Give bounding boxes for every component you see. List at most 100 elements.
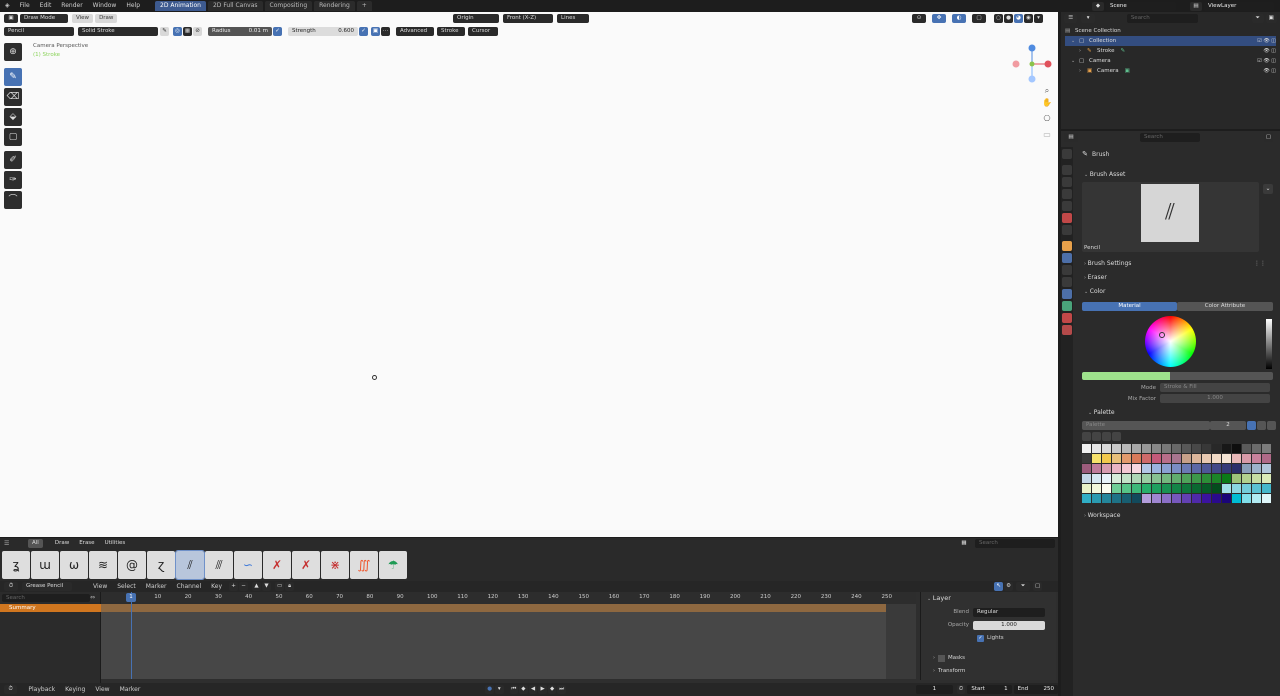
palette-swatch[interactable] [1132, 444, 1141, 453]
palette-swatch[interactable] [1182, 494, 1191, 503]
color-attribute-tab[interactable]: Color Attribute [1177, 301, 1273, 311]
timeline-editor-type-icon[interactable]: ⏱ [4, 582, 18, 591]
workspace-panel-header[interactable]: › Workspace [1078, 510, 1276, 522]
palette-swatch[interactable] [1152, 444, 1161, 453]
fill-tool-icon[interactable]: ⬙ [4, 108, 22, 126]
palette-swatch[interactable] [1262, 464, 1271, 473]
palette-swatch[interactable] [1142, 444, 1151, 453]
transform-expand-icon[interactable]: › [933, 668, 935, 674]
camera-collection-checkbox-icon[interactable]: ☑ 👁︎ ◫ [1257, 56, 1276, 66]
object-tab-icon[interactable] [1062, 241, 1072, 251]
lights-checkbox[interactable]: ✓ [977, 634, 984, 642]
pin-icon[interactable]: ✎ [160, 26, 169, 36]
palette-swatch[interactable] [1082, 474, 1091, 483]
palette-swatch[interactable] [1092, 484, 1101, 493]
palette-swatch[interactable] [1152, 454, 1161, 463]
shading-render-icon[interactable]: ◉ [1024, 13, 1033, 23]
camera-view-icon[interactable]: ⎔ [1042, 114, 1052, 130]
palette-move-icon[interactable] [1112, 432, 1121, 441]
filter-errors-icon[interactable]: ⚙ [1004, 582, 1014, 591]
palette-swatch[interactable] [1162, 474, 1171, 483]
palette-swatch[interactable] [1142, 494, 1151, 503]
palette-swatch[interactable] [1182, 484, 1191, 493]
lines-dropdown[interactable]: Lines [557, 13, 589, 23]
xray-icon[interactable]: ▢ [972, 13, 986, 23]
outliner-row-camera-collection[interactable]: ⌄ ▢ Camera ☑ 👁︎ ◫ [1065, 56, 1276, 66]
editor-type-icon[interactable]: ▣ [4, 13, 18, 23]
palette-swatch[interactable] [1142, 474, 1151, 483]
brush-ink-icon[interactable]: ʓ [2, 551, 30, 579]
shading-material-icon[interactable]: ◕ [1014, 13, 1023, 23]
palette-new-icon[interactable] [1257, 421, 1266, 430]
play-icon[interactable]: ▶ [538, 685, 547, 694]
filter-icon[interactable]: ⏷ [1016, 582, 1031, 591]
palette-swatch[interactable] [1122, 444, 1131, 453]
palette-sort-icon[interactable] [1102, 432, 1111, 441]
palette-swatch[interactable] [1172, 494, 1181, 503]
properties-editor-icon[interactable]: ▤ [1064, 132, 1078, 142]
palette-swatch[interactable] [1232, 444, 1241, 453]
mode-dropdown[interactable]: Stroke & Fill [1160, 383, 1270, 392]
scene-field[interactable]: Scene [1106, 1, 1176, 11]
playback-editor-icon[interactable]: ⏱ [4, 685, 18, 694]
palette-swatch[interactable] [1202, 464, 1211, 473]
palette-swatch[interactable] [1222, 444, 1231, 453]
status-marker-menu[interactable]: Marker [115, 684, 146, 696]
layer-lock-icon[interactable]: 🔒︎ [285, 582, 295, 591]
palette-swatch[interactable] [1192, 474, 1201, 483]
next-key-icon[interactable]: ◆ [547, 685, 557, 694]
palette-swatch[interactable] [1092, 454, 1101, 463]
draw-tool-icon[interactable]: ✎ [4, 68, 22, 86]
draw-mode-icon[interactable]: ◎ [173, 26, 182, 36]
palette-swatch[interactable] [1122, 494, 1131, 503]
constraints-tab-icon[interactable] [1062, 289, 1072, 299]
status-view-menu[interactable]: View [90, 684, 114, 696]
material-tab[interactable]: Material [1082, 301, 1177, 311]
brush-smooth-icon[interactable]: ∽ [234, 551, 262, 579]
palette-swatch[interactable] [1122, 474, 1131, 483]
palette-swatch[interactable] [1132, 474, 1141, 483]
palette-swatch[interactable] [1242, 484, 1251, 493]
palette-swatch[interactable] [1172, 454, 1181, 463]
menu-file[interactable]: File [15, 0, 35, 12]
palette-swatch[interactable] [1202, 474, 1211, 483]
palette-swatch[interactable] [1232, 474, 1241, 483]
shelf-tab-draw[interactable]: Draw [50, 539, 74, 548]
palette-swatch[interactable] [1112, 444, 1121, 453]
blender-logo-icon[interactable]: ◈ [0, 0, 15, 12]
channel-search-input[interactable]: Search [2, 594, 90, 602]
view-menu[interactable]: View [72, 13, 94, 23]
summary-channel[interactable]: Summary [0, 604, 101, 612]
palette-swatch[interactable] [1262, 454, 1271, 463]
palette-swatch[interactable] [1132, 454, 1141, 463]
strength-field[interactable]: Strength 0.600 [288, 26, 358, 36]
palette-subpanel-header[interactable]: ⌄ Palette [1078, 407, 1276, 419]
palette-swatch[interactable] [1162, 454, 1171, 463]
jump-start-icon[interactable]: ⏮ [509, 685, 519, 694]
play-reverse-icon[interactable]: ◀ [528, 685, 538, 694]
palette-swatch[interactable] [1162, 444, 1171, 453]
masks-checkbox[interactable] [938, 654, 945, 662]
palette-swatch[interactable] [1082, 484, 1091, 493]
palette-name-field[interactable]: Palette [1082, 421, 1210, 430]
properties-search-input[interactable]: Search [1140, 132, 1200, 142]
palette-swatch[interactable] [1212, 494, 1221, 503]
palette-swatch[interactable] [1142, 464, 1151, 473]
palette-swatch[interactable] [1092, 444, 1101, 453]
outliner-row-camera[interactable]: › ▣ Camera ▣ 👁︎ ◫ [1065, 66, 1276, 76]
world-tab-icon[interactable] [1062, 213, 1072, 223]
menu-help[interactable]: Help [121, 0, 145, 12]
cursor-tool-icon[interactable]: ⊕ [4, 43, 22, 61]
palette-unlink-icon[interactable] [1267, 421, 1276, 430]
channel-swap-icon[interactable]: ⇔ [90, 594, 95, 601]
data-tab-icon[interactable] [1062, 301, 1072, 311]
palette-swatch[interactable] [1262, 494, 1271, 503]
add-layer-icon[interactable]: + [229, 582, 239, 591]
palette-swatch[interactable] [1152, 494, 1161, 503]
value-slider[interactable] [1266, 319, 1272, 369]
brush-pencil-soft-icon[interactable]: ⫻ [205, 551, 233, 579]
shelf-tab-utilities[interactable]: Utilities [100, 539, 130, 548]
brush-pencil-icon[interactable]: ⫽ [175, 550, 205, 580]
tab-2d-full-canvas[interactable]: 2D Full Canvas [207, 1, 263, 11]
palette-swatch[interactable] [1212, 464, 1221, 473]
